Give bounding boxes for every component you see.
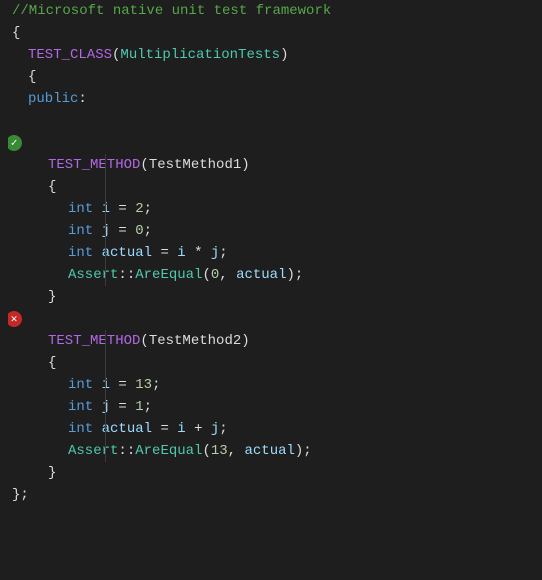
line-23: };	[8, 484, 542, 506]
test-class-macro: TEST_CLASS	[28, 47, 112, 63]
vertical-bar-8	[105, 352, 106, 374]
test-pass-icon: ✓	[8, 135, 22, 151]
line-10: int i = 2;	[8, 198, 542, 220]
var-actual-1: actual	[102, 245, 152, 261]
line-11: int j = 0;	[8, 220, 542, 242]
method-name-1: TestMethod1	[149, 157, 241, 173]
line-7-icon: ✓	[8, 132, 542, 154]
num-13: 13	[135, 377, 152, 393]
line-15-icon: ✕	[8, 308, 542, 330]
line-4: {	[8, 66, 542, 88]
var-j-2: j	[102, 399, 110, 415]
class-name: MultiplicationTests	[120, 47, 280, 63]
line-6	[8, 110, 542, 132]
brace-open: {	[12, 25, 20, 41]
var-i-2: i	[102, 377, 110, 393]
assert-1: Assert	[68, 267, 118, 283]
line-1: //Microsoft native unit test framework	[8, 0, 542, 22]
var-i-1: i	[102, 201, 110, 217]
brace-open-2: {	[28, 69, 36, 85]
line-20: int actual = i + j;	[8, 418, 542, 440]
keyword-int-5: int	[68, 399, 93, 415]
vertical-bar-2	[105, 176, 106, 198]
line-18: int i = 13;	[8, 374, 542, 396]
code-content[interactable]: //Microsoft native unit test framework {…	[8, 0, 542, 580]
num-1: 1	[135, 399, 143, 415]
line-8: TEST_METHOD(TestMethod1)	[8, 154, 542, 176]
keyword-int-1: int	[68, 201, 93, 217]
keyword-int-4: int	[68, 377, 93, 393]
keyword-int-6: int	[68, 421, 93, 437]
line-19: int j = 1;	[8, 396, 542, 418]
line-17: {	[8, 352, 542, 374]
test-method-macro-2: TEST_METHOD	[48, 333, 140, 349]
left-gutter	[0, 0, 8, 580]
line-9: {	[8, 176, 542, 198]
num-2: 2	[135, 201, 143, 217]
assert-2: Assert	[68, 443, 118, 459]
line-3: TEST_CLASS(MultiplicationTests)	[8, 44, 542, 66]
method-name-2: TestMethod2	[149, 333, 241, 349]
code-editor: //Microsoft native unit test framework {…	[0, 0, 542, 580]
keyword-int-3: int	[68, 245, 93, 261]
line-2: {	[8, 22, 542, 44]
num-0: 0	[135, 223, 143, 239]
are-equal-1: AreEqual	[135, 267, 202, 283]
line-12: int actual = i * j;	[8, 242, 542, 264]
test-fail-icon: ✕	[8, 311, 22, 327]
comment-text: //Microsoft native unit test framework	[12, 3, 331, 19]
line-22: }	[8, 462, 542, 484]
keyword-public: public	[28, 91, 78, 107]
are-equal-2: AreEqual	[135, 443, 202, 459]
test-method-macro-1: TEST_METHOD	[48, 157, 140, 173]
line-13: Assert::AreEqual(0, actual);	[8, 264, 542, 286]
line-14: }	[8, 286, 542, 308]
line-5: public:	[8, 88, 542, 110]
line-21: Assert::AreEqual(13, actual);	[8, 440, 542, 462]
keyword-int-2: int	[68, 223, 93, 239]
var-actual-2: actual	[102, 421, 152, 437]
var-j-1: j	[102, 223, 110, 239]
line-16: TEST_METHOD(TestMethod2)	[8, 330, 542, 352]
